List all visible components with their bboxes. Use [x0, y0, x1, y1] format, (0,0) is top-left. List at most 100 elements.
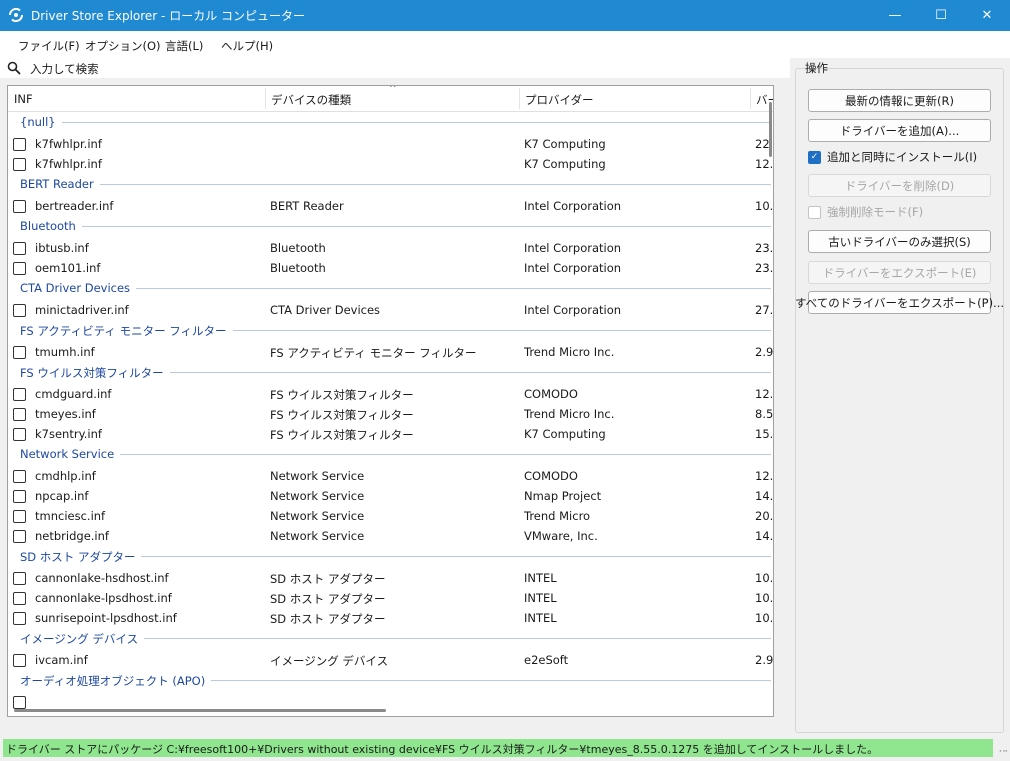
actions-groupbox [795, 68, 1004, 733]
group-name: SD ホスト アダプター [20, 549, 142, 565]
close-button[interactable]: ✕ [964, 0, 1010, 31]
cell-device-type: SD ホスト アダプター [270, 572, 386, 586]
column-divider[interactable] [519, 88, 520, 109]
force-delete-checkbox[interactable]: 強制削除モード(F) [808, 204, 923, 220]
table-row[interactable]: k7fwhlpr.inf K7 Computing 22. [8, 134, 773, 154]
group-header[interactable]: BERT Reader [8, 174, 773, 196]
row-checkbox[interactable] [13, 510, 26, 523]
row-checkbox[interactable] [13, 470, 26, 483]
table-row[interactable]: netbridge.inf Network Service VMware, Inc.… [8, 526, 773, 546]
table-row[interactable]: k7sentry.inf FS ウイルス対策フィルター K7 Computing 15… [8, 424, 773, 444]
table-row[interactable]: cmdhlp.inf Network Service COMODO 12. [8, 466, 773, 486]
row-checkbox[interactable] [13, 428, 26, 441]
column-divider[interactable] [750, 88, 751, 109]
table-row[interactable]: ibtusb.inf Bluetooth Intel Corporation 23. [8, 238, 773, 258]
column-device-type[interactable]: デバイスの種類 [271, 92, 351, 108]
title-bar[interactable]: Driver Store Explorer - ローカル コンピューター — ☐… [0, 0, 1010, 31]
delete-driver-button[interactable]: ドライバーを削除(D) [808, 174, 991, 197]
menu-options[interactable]: オプション(O) [85, 38, 161, 54]
group-name: FS アクティビティ モニター フィルター [20, 323, 233, 339]
cell-provider: COMODO [524, 387, 578, 401]
vertical-scrollbar[interactable] [769, 102, 772, 157]
group-header[interactable]: {null} [8, 112, 773, 134]
row-checkbox[interactable] [13, 158, 26, 171]
cell-inf: cmdguard.inf [35, 387, 112, 401]
column-divider[interactable] [265, 88, 266, 109]
menu-language[interactable]: 言語(L) [165, 38, 203, 54]
cell-device-type: BERT Reader [270, 199, 344, 213]
force-delete-label: 強制削除モード(F) [827, 205, 924, 219]
row-checkbox[interactable] [13, 654, 26, 667]
table-row[interactable]: bertreader.inf BERT Reader Intel Corporati… [8, 196, 773, 216]
table-row[interactable]: cannonlake-hsdhost.inf SD ホスト アダプター INTEL 1… [8, 568, 773, 588]
menu-file[interactable]: ファイル(F) [18, 38, 80, 54]
search-input[interactable]: 入力して検索 [30, 61, 99, 77]
add-driver-button[interactable]: ドライバーを追加(A)... [808, 119, 991, 142]
group-header[interactable]: Network Service [8, 444, 773, 466]
row-checkbox[interactable] [13, 138, 26, 151]
group-divider [20, 184, 771, 185]
cell-device-type: CTA Driver Devices [270, 303, 381, 317]
column-provider[interactable]: プロバイダー [525, 92, 594, 108]
refresh-button[interactable]: 最新の情報に更新(R) [808, 89, 991, 112]
row-checkbox[interactable] [13, 592, 26, 605]
table-row[interactable]: minictadriver.inf CTA Driver Devices Intel… [8, 300, 773, 320]
select-old-button[interactable]: 古いドライバーのみ選択(S) [808, 230, 991, 253]
cell-inf: ivcam.inf [35, 653, 88, 667]
group-header[interactable]: FS ウイルス対策フィルター [8, 362, 773, 384]
row-checkbox[interactable] [13, 530, 26, 543]
cell-device-type: SD ホスト アダプター [270, 592, 386, 606]
group-header[interactable]: Bluetooth [8, 216, 773, 238]
resize-grip-icon[interactable]: ⠠⠤ [996, 746, 1008, 759]
cell-version: 23. [755, 261, 773, 275]
install-on-add-label: 追加と同時にインストール(I) [827, 150, 978, 164]
table-row[interactable]: k7fwhlpr.inf K7 Computing 12. [8, 154, 773, 174]
group-name: Network Service [20, 447, 121, 461]
row-checkbox[interactable] [13, 262, 26, 275]
driver-list[interactable]: INF ^ デバイスの種類 プロバイダー バー {null} k7fwhlpr.i… [7, 85, 774, 717]
list-rows: {null} k7fwhlpr.inf K7 Computing 22. k7fwhlp… [8, 112, 773, 712]
group-header[interactable]: オーディオ処理オブジェクト (APO) [8, 670, 773, 692]
row-checkbox[interactable] [13, 304, 26, 317]
menu-help[interactable]: ヘルプ(H) [221, 38, 273, 54]
table-row[interactable]: tmeyes.inf FS ウイルス対策フィルター Trend Micro Inc.… [8, 404, 773, 424]
cell-device-type: FS ウイルス対策フィルター [270, 408, 414, 422]
group-header[interactable]: イメージング デバイス [8, 628, 773, 650]
table-row[interactable]: sunrisepoint-lpsdhost.inf SD ホスト アダプター INT… [8, 608, 773, 628]
maximize-button[interactable]: ☐ [918, 0, 964, 31]
export-driver-button[interactable]: ドライバーをエクスポート(E) [808, 261, 991, 284]
table-row[interactable]: npcap.inf Network Service Nmap Project 14. [8, 486, 773, 506]
cell-version: 23. [755, 241, 773, 255]
minimize-button[interactable]: — [872, 0, 918, 31]
table-row[interactable]: tmumh.inf FS アクティビティ モニター フィルター Trend Micr… [8, 342, 773, 362]
row-checkbox[interactable] [13, 572, 26, 585]
export-all-button[interactable]: すべてのドライバーをエクスポート(P)... [795, 291, 1004, 314]
column-inf[interactable]: INF [14, 92, 33, 106]
table-row[interactable]: oem101.inf Bluetooth Intel Corporation 23. [8, 258, 773, 278]
table-row[interactable]: cmdguard.inf FS ウイルス対策フィルター COMODO 12. [8, 384, 773, 404]
table-row[interactable]: cannonlake-lpsdhost.inf SD ホスト アダプター INTEL… [8, 588, 773, 608]
row-checkbox[interactable] [13, 388, 26, 401]
search-bar[interactable]: 入力して検索 [0, 58, 790, 78]
row-checkbox[interactable] [13, 200, 26, 213]
row-checkbox[interactable] [13, 490, 26, 503]
group-header[interactable]: CTA Driver Devices [8, 278, 773, 300]
horizontal-scrollbar[interactable] [14, 709, 386, 712]
table-row[interactable]: ivcam.inf イメージング デバイス e2eSoft 2.9 [8, 650, 773, 670]
row-checkbox[interactable] [13, 612, 26, 625]
row-checkbox[interactable] [13, 242, 26, 255]
cell-inf: npcap.inf [35, 489, 89, 503]
table-row[interactable]: tmnciesc.inf Network Service Trend Micro 20… [8, 506, 773, 526]
group-name: {null} [20, 115, 62, 129]
group-header[interactable]: FS アクティビティ モニター フィルター [8, 320, 773, 342]
group-name: CTA Driver Devices [20, 281, 137, 295]
install-on-add-checkbox[interactable]: ✓ 追加と同時にインストール(I) [808, 149, 977, 165]
group-name: イメージング デバイス [20, 631, 145, 647]
row-checkbox[interactable] [13, 696, 26, 709]
group-header[interactable]: SD ホスト アダプター [8, 546, 773, 568]
menu-bar: ファイル(F) オプション(O) 言語(L) ヘルプ(H) [0, 31, 1010, 58]
cell-inf: tmeyes.inf [35, 407, 96, 421]
row-checkbox[interactable] [13, 408, 26, 421]
row-checkbox[interactable] [13, 346, 26, 359]
cell-version: 20. [755, 509, 773, 523]
